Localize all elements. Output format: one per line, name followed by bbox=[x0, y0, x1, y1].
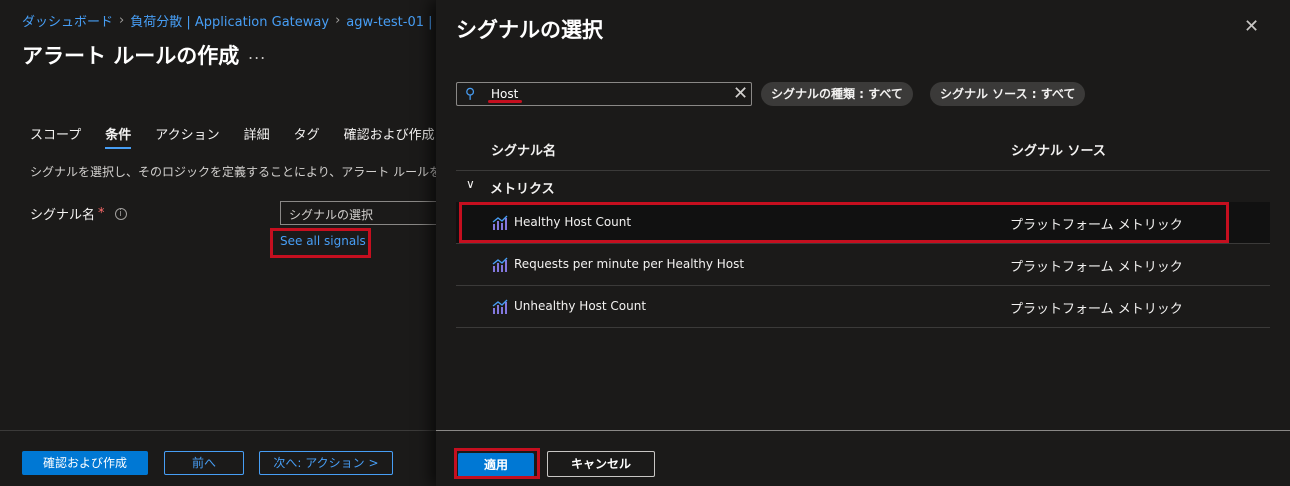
info-icon[interactable]: i bbox=[114, 207, 127, 220]
search-icon: ⚲ bbox=[465, 86, 476, 102]
see-all-signals-link[interactable]: See all signals bbox=[280, 234, 366, 248]
previous-button[interactable]: 前へ bbox=[164, 451, 244, 475]
clear-search-icon[interactable]: ✕ bbox=[733, 83, 748, 104]
alert-rule-page: ダッシュボード › 負荷分散 | Application Gateway › a… bbox=[0, 0, 525, 486]
breadcrumb-dashboard[interactable]: ダッシュボード bbox=[22, 11, 113, 30]
chevron-right-icon: › bbox=[335, 13, 341, 28]
metric-chart-icon bbox=[492, 299, 508, 314]
signal-source: プラットフォーム メトリック bbox=[1010, 260, 1183, 275]
left-footer: 確認および作成 前へ 次へ: アクション > bbox=[0, 430, 436, 486]
breadcrumb: ダッシュボード › 負荷分散 | Application Gateway › a… bbox=[22, 11, 463, 30]
signal-name-label-text: シグナル名 bbox=[30, 208, 96, 223]
apply-button-highlight bbox=[454, 448, 540, 479]
signal-name: Unhealthy Host Count bbox=[514, 299, 647, 313]
group-metrics-label: メトリクス bbox=[490, 182, 555, 197]
tab-scope[interactable]: スコープ bbox=[30, 124, 81, 149]
breadcrumb-load-balancing[interactable]: 負荷分散 | Application Gateway bbox=[130, 11, 329, 30]
next-actions-button[interactable]: 次へ: アクション > bbox=[259, 451, 393, 475]
signal-name: Requests per minute per Healthy Host bbox=[514, 257, 745, 271]
tab-actions[interactable]: アクション bbox=[155, 124, 219, 149]
signal-row-requests-per-minute[interactable]: Requests per minute per Healthy Host プラッ… bbox=[456, 244, 1270, 286]
signal-name-label: シグナル名 * i bbox=[30, 204, 127, 223]
more-options-icon[interactable]: ... bbox=[248, 44, 266, 63]
metric-chart-icon bbox=[492, 257, 508, 272]
review-create-button[interactable]: 確認および作成 bbox=[22, 451, 148, 475]
signal-select-dropdown[interactable]: シグナルの選択 bbox=[280, 201, 436, 225]
tab-tags[interactable]: タグ bbox=[294, 124, 320, 149]
selected-row-highlight bbox=[459, 202, 1229, 243]
cancel-button[interactable]: キャンセル bbox=[547, 451, 655, 477]
close-icon[interactable]: ✕ bbox=[1244, 16, 1259, 37]
signal-type-filter[interactable]: シグナルの種類 : すべて bbox=[761, 82, 913, 106]
signal-source: プラットフォーム メトリック bbox=[1010, 302, 1183, 317]
app-root: ダッシュボード › 負荷分散 | Application Gateway › a… bbox=[0, 0, 1290, 486]
required-mark: * bbox=[98, 206, 105, 221]
chevron-down-icon[interactable]: ∨ bbox=[466, 177, 475, 191]
chevron-right-icon: › bbox=[119, 13, 125, 28]
tab-bar: スコープ 条件 アクション 詳細 タグ 確認および作成 bbox=[30, 124, 459, 149]
header-divider bbox=[456, 170, 1270, 171]
signal-source-filter[interactable]: シグナル ソース : すべて bbox=[930, 82, 1086, 106]
column-header-signal-source[interactable]: シグナル ソース bbox=[1011, 140, 1106, 159]
panel-title: シグナルの選択 bbox=[456, 18, 603, 42]
column-header-signal-name[interactable]: シグナル名 bbox=[491, 140, 556, 159]
tab-condition[interactable]: 条件 bbox=[105, 124, 132, 149]
signal-row-unhealthy-host-count[interactable]: Unhealthy Host Count プラットフォーム メトリック bbox=[456, 286, 1270, 328]
tab-review-create[interactable]: 確認および作成 bbox=[344, 124, 435, 149]
panel-footer: 適用 キャンセル bbox=[436, 430, 1290, 486]
select-signal-panel: シグナルの選択 ✕ ⚲ ✕ シグナルの種類 : すべて シグナル ソース : す… bbox=[436, 0, 1290, 486]
signal-search-input[interactable] bbox=[491, 85, 721, 103]
page-title: アラート ルールの作成 bbox=[22, 44, 240, 68]
tab-details[interactable]: 詳細 bbox=[244, 124, 270, 149]
search-text-highlight bbox=[488, 100, 522, 103]
